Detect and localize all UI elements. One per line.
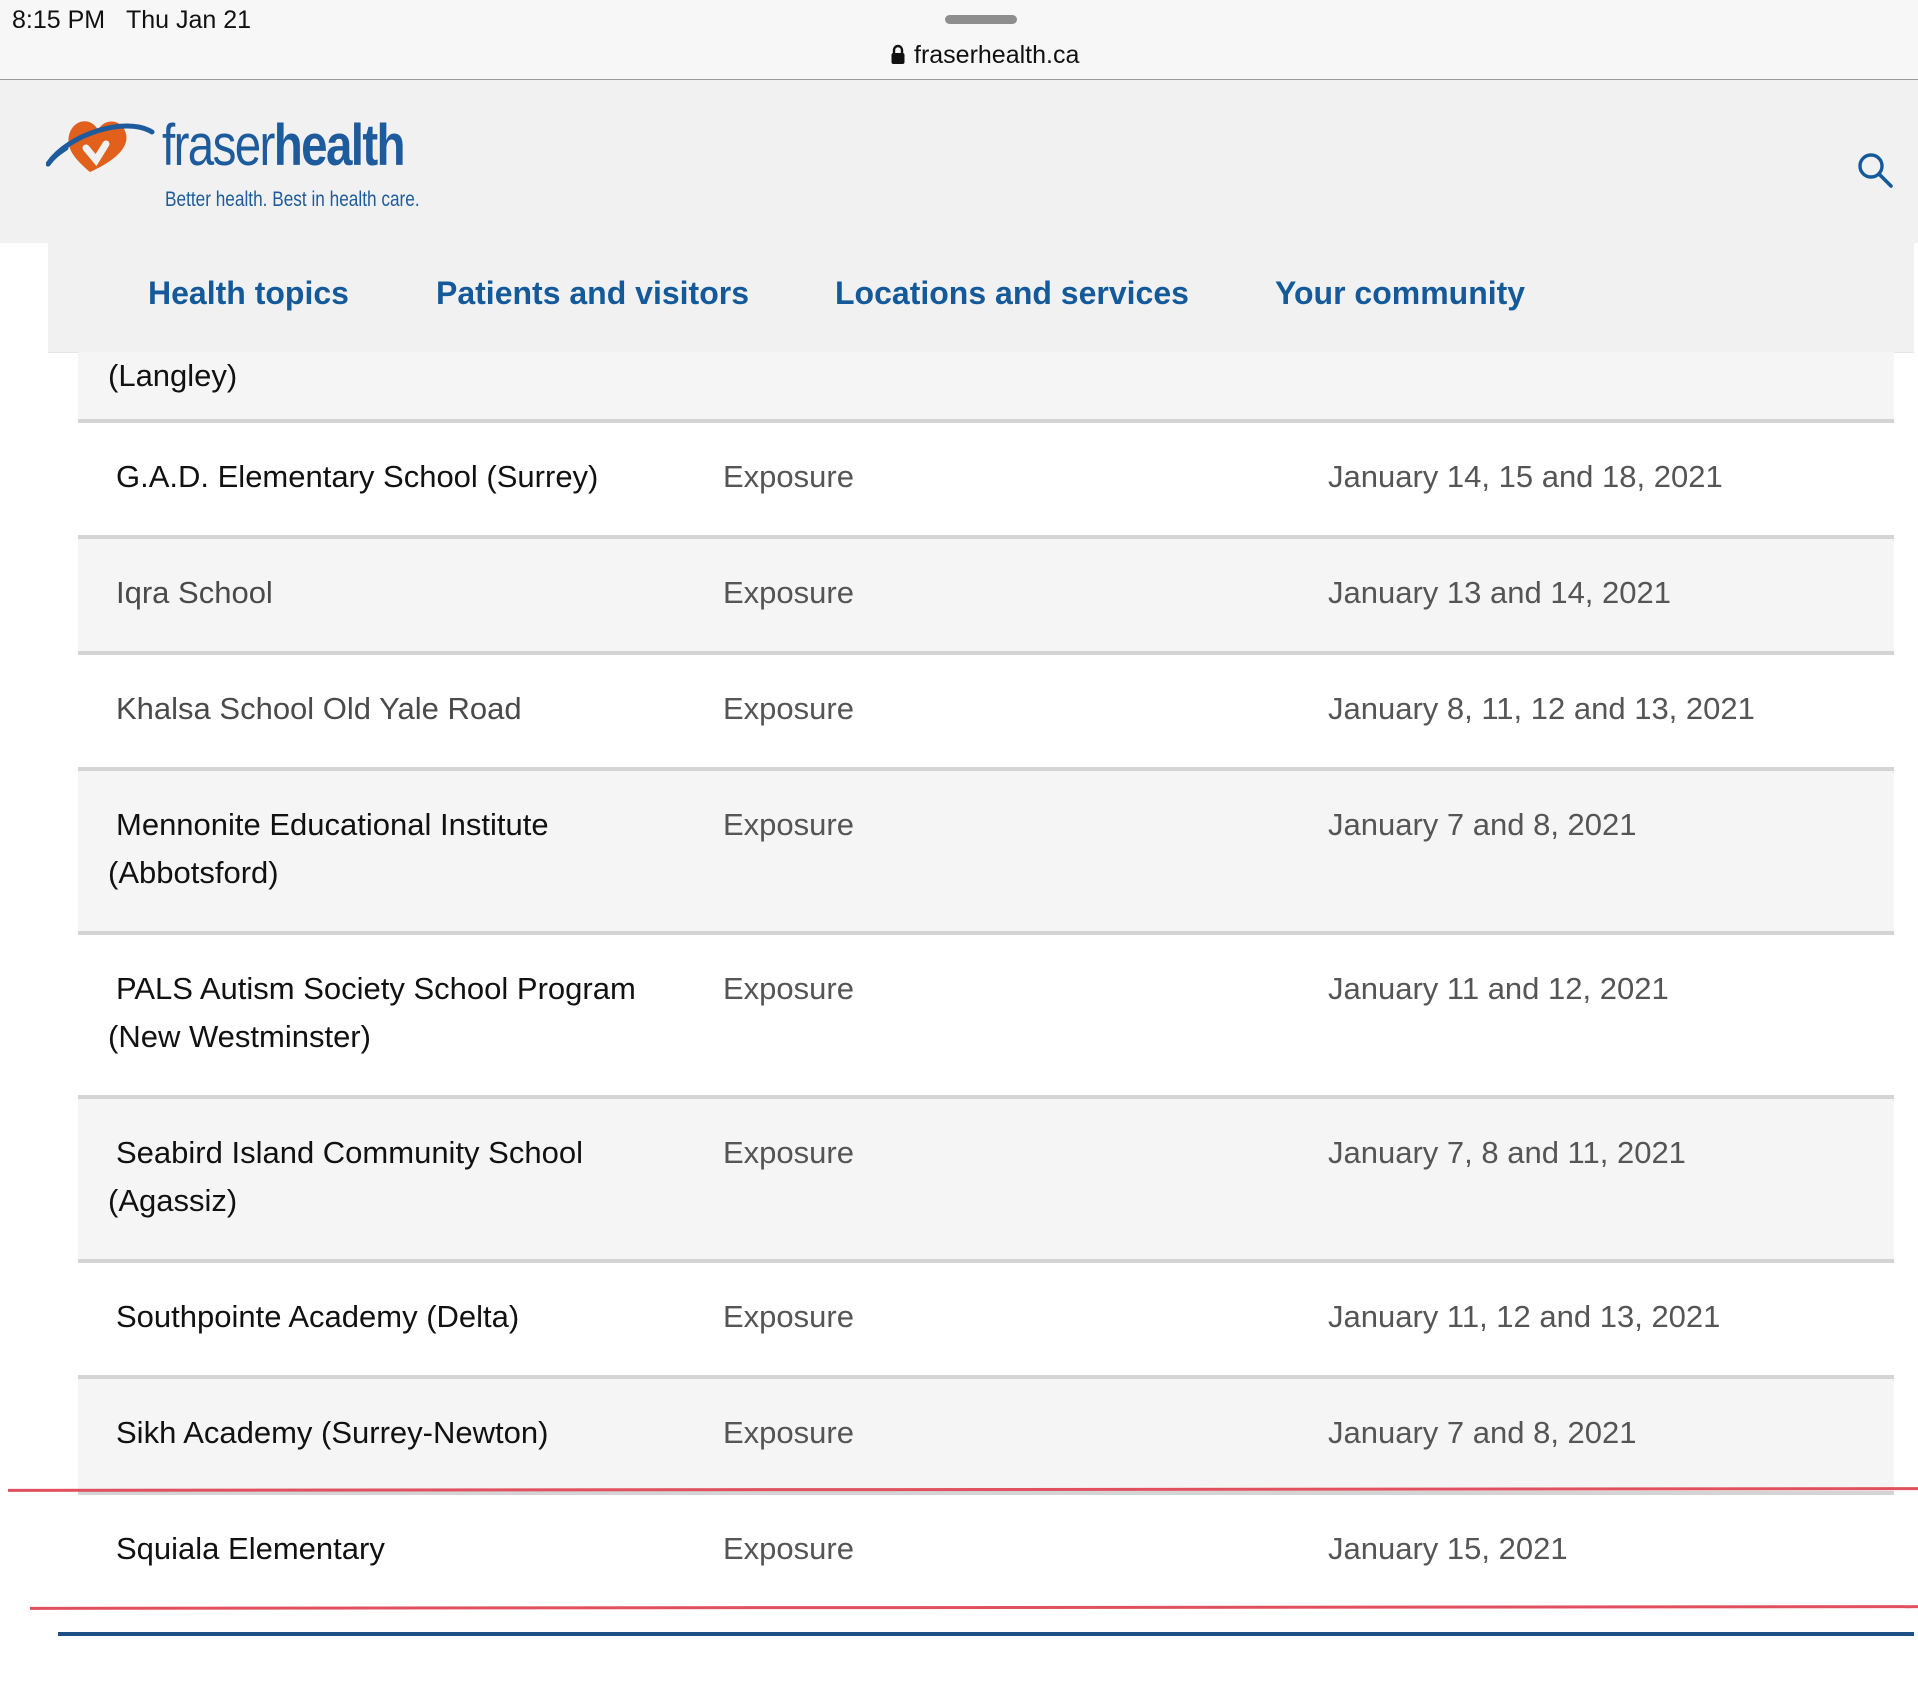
exposure-dates-cell: January 15, 2021	[1328, 1531, 1568, 1566]
table-row: Khalsa School Old Yale Road Exposure Jan…	[78, 655, 1894, 771]
school-name-cell: Squiala Elementary	[116, 1531, 385, 1566]
exposure-type-cell: Exposure	[723, 459, 854, 494]
status-date: Thu Jan 21	[126, 6, 252, 34]
exposure-dates-cell: January 11 and 12, 2021	[1328, 971, 1669, 1006]
school-name-cell: G.A.D. Elementary School (Surrey)	[116, 459, 599, 494]
table-row: Iqra School Exposure January 13 and 14, …	[78, 539, 1894, 655]
nav-patients-and-visitors[interactable]: Patients and visitors	[436, 275, 749, 312]
school-name-cell: Sikh Academy (Surrey-Newton)	[116, 1415, 549, 1450]
exposure-dates-cell: January 13 and 14, 2021	[1328, 575, 1671, 610]
heart-logo-icon	[46, 121, 155, 172]
table-row: G.A.D. Elementary School (Surrey) Exposu…	[78, 423, 1894, 539]
exposure-dates-cell: January 7, 8 and 11, 2021	[1328, 1135, 1686, 1170]
exposure-type-cell: Exposure	[723, 691, 854, 726]
site-header: fraserhealth Better health. Best in heal…	[0, 80, 1918, 243]
school-name-cell: PALS Autism Society School Program (New …	[108, 971, 636, 1054]
nav-health-topics[interactable]: Health topics	[148, 275, 349, 312]
nav-locations-and-services[interactable]: Locations and services	[835, 275, 1189, 312]
main-nav: Health topics Patients and visitors Loca…	[48, 243, 1914, 352]
url-text: fraserhealth.ca	[914, 40, 1080, 69]
status-time: 8:15 PM	[12, 6, 106, 34]
school-exposures-table: (Langley) G.A.D. Elementary School (Surr…	[78, 352, 1894, 1611]
exposure-type-cell: Exposure	[723, 971, 854, 1006]
school-name-cell: Iqra School	[116, 575, 273, 610]
logo-wordmark: fraserhealth	[162, 113, 406, 178]
exposure-dates-cell: January 14, 15 and 18, 2021	[1328, 459, 1723, 494]
exposure-type-cell: Exposure	[723, 1531, 854, 1566]
exposure-dates-cell: January 8, 11, 12 and 13, 2021	[1328, 691, 1755, 726]
school-name-cell: Mennonite Educational Institute (Abbotsf…	[108, 807, 549, 890]
school-name-cell: Seabird Island Community School (Agassiz…	[108, 1135, 583, 1218]
table-row: Southpointe Academy (Delta) Exposure Jan…	[78, 1263, 1894, 1379]
exposure-type-cell: Exposure	[723, 1135, 854, 1170]
logo-tagline: Better health. Best in health care.	[165, 188, 420, 211]
fraserhealth-logo[interactable]: fraserhealth Better health. Best in heal…	[46, 104, 426, 214]
table-row: Mennonite Educational Institute (Abbotsf…	[78, 771, 1894, 935]
table-row-partial: (Langley)	[78, 352, 1894, 423]
address-bar[interactable]: fraserhealth.ca	[890, 40, 1079, 70]
school-name-cell: Southpointe Academy (Delta)	[116, 1299, 520, 1334]
nav-your-community[interactable]: Your community	[1275, 275, 1525, 312]
exposure-dates-cell: January 11, 12 and 13, 2021	[1328, 1299, 1721, 1334]
exposure-type-cell: Exposure	[723, 575, 854, 610]
exposure-dates-cell: January 7 and 8, 2021	[1328, 807, 1637, 842]
table-row: Sikh Academy (Surrey-Newton) Exposure Ja…	[78, 1379, 1894, 1495]
exposure-type-cell: Exposure	[723, 1299, 854, 1334]
multitasking-handle[interactable]	[945, 15, 1017, 24]
lock-icon	[891, 44, 905, 64]
table-bottom-rule	[58, 1632, 1914, 1636]
school-name-cell: Khalsa School Old Yale Road	[116, 691, 522, 726]
search-icon[interactable]	[1855, 150, 1895, 190]
exposure-type-cell: Exposure	[723, 807, 854, 842]
table-row: Squiala Elementary Exposure January 15, …	[78, 1495, 1894, 1611]
exposure-type-cell: Exposure	[723, 1415, 854, 1450]
school-name-cell: (Langley)	[108, 358, 238, 393]
browser-status-bar: 8:15 PM Thu Jan 21 fraserhealth.ca	[0, 0, 1918, 80]
table-row: PALS Autism Society School Program (New …	[78, 935, 1894, 1099]
exposure-dates-cell: January 7 and 8, 2021	[1328, 1415, 1637, 1450]
table-row: Seabird Island Community School (Agassiz…	[78, 1099, 1894, 1263]
